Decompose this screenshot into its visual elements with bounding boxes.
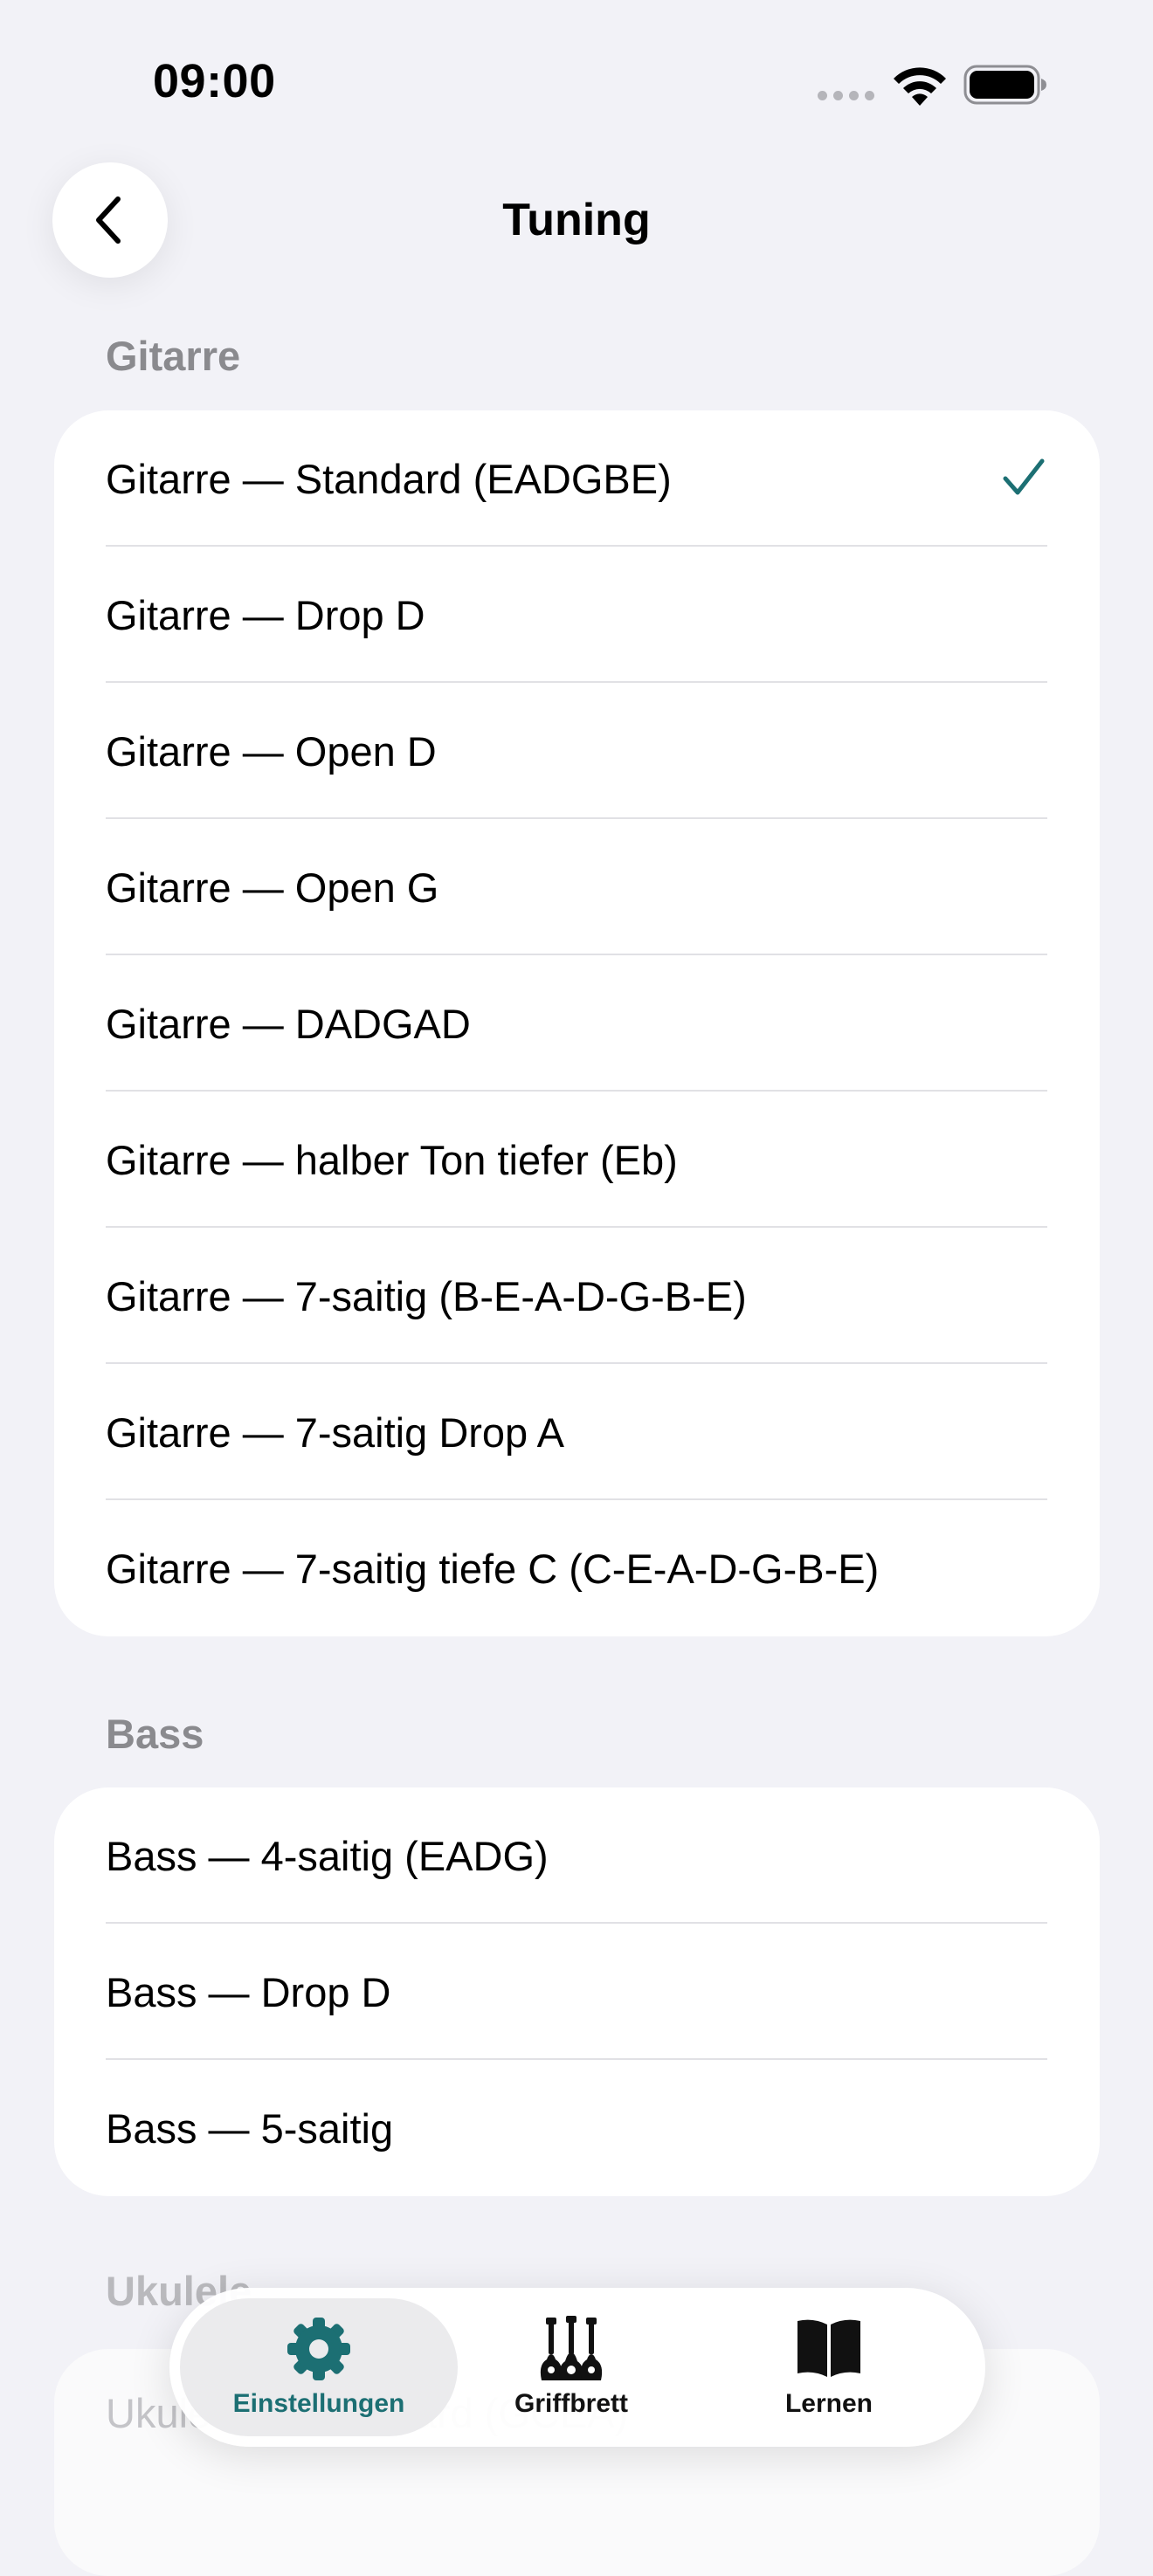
section-header-bass: Bass	[106, 1711, 204, 1757]
tuning-row-gitarre-drop-d[interactable]: Gitarre — Drop D	[54, 547, 1100, 683]
tuning-label: Bass — 4-saitig (EADG)	[106, 1832, 549, 1879]
tuning-label: Gitarre — 7-saitig Drop A	[106, 1409, 565, 1456]
tuning-list-bass: Bass — 4-saitig (EADG) Bass — Drop D Bas…	[54, 1787, 1100, 2196]
tuning-label: Gitarre — 7-saitig tiefe C (C-E-A-D-G-B-…	[106, 1545, 880, 1592]
section-header-gitarre: Gitarre	[106, 333, 241, 379]
tuning-label: Gitarre — DADGAD	[106, 1000, 471, 1047]
tuning-label: Gitarre — Standard (EADGBE)	[106, 455, 672, 502]
battery-icon	[963, 65, 1046, 105]
tuning-row-gitarre-open-g[interactable]: Gitarre — Open G	[54, 819, 1100, 955]
tab-griffbrett[interactable]: Griffbrett	[449, 2298, 694, 2436]
tuning-label: Gitarre — halber Ton tiefer (Eb)	[106, 1136, 678, 1183]
tuning-list-gitarre: Gitarre — Standard (EADGBE) Gitarre — Dr…	[54, 410, 1100, 1636]
tuning-label: Bass — Drop D	[106, 1968, 391, 2015]
tuning-row-gitarre-eb[interactable]: Gitarre — halber Ton tiefer (Eb)	[54, 1092, 1100, 1228]
tab-lernen[interactable]: Lernen	[702, 2298, 956, 2436]
page-title: Tuning	[502, 195, 651, 245]
tab-einstellungen[interactable]: Einstellungen	[180, 2298, 458, 2436]
tab-bar: Einstellungen Griffbrett Lernen	[169, 2288, 985, 2447]
status-bar: 09:00	[0, 0, 1153, 157]
status-time: 09:00	[153, 55, 276, 107]
tuning-row-gitarre-7-saitig[interactable]: Gitarre — 7-saitig (B-E-A-D-G-B-E)	[54, 1228, 1100, 1364]
tab-label: Griffbrett	[514, 2389, 628, 2418]
tuning-row-bass-5-saitig[interactable]: Bass — 5-saitig	[54, 2060, 1100, 2196]
instruments-icon	[540, 2316, 603, 2380]
tab-label: Lernen	[784, 2389, 873, 2418]
tuning-label: Gitarre — Open D	[106, 727, 437, 775]
tuning-label: Gitarre — Drop D	[106, 591, 425, 638]
tuning-label: Gitarre — Open G	[106, 864, 439, 911]
tuning-row-gitarre-7-saitig-tiefe-c[interactable]: Gitarre — 7-saitig tiefe C (C-E-A-D-G-B-…	[54, 1500, 1100, 1636]
cellular-signal-icon	[818, 91, 874, 100]
gear-icon	[287, 2318, 350, 2380]
tuning-row-gitarre-standard[interactable]: Gitarre — Standard (EADGBE)	[54, 410, 1100, 547]
tuning-row-gitarre-7-saitig-drop-a[interactable]: Gitarre — 7-saitig Drop A	[54, 1364, 1100, 1500]
tuning-label: Bass — 5-saitig	[106, 2104, 394, 2152]
tuning-row-gitarre-open-d[interactable]: Gitarre — Open D	[54, 683, 1100, 819]
checkmark-icon	[1003, 458, 1045, 495]
book-icon	[797, 2319, 860, 2377]
tuning-label: Gitarre — 7-saitig (B-E-A-D-G-B-E)	[106, 1272, 747, 1319]
tuning-row-bass-4-saitig[interactable]: Bass — 4-saitig (EADG)	[54, 1787, 1100, 1924]
tuning-row-gitarre-dadgad[interactable]: Gitarre — DADGAD	[54, 955, 1100, 1092]
tuning-row-bass-drop-d[interactable]: Bass — Drop D	[54, 1924, 1100, 2060]
wifi-icon	[894, 67, 946, 106]
tab-label: Einstellungen	[232, 2389, 405, 2418]
